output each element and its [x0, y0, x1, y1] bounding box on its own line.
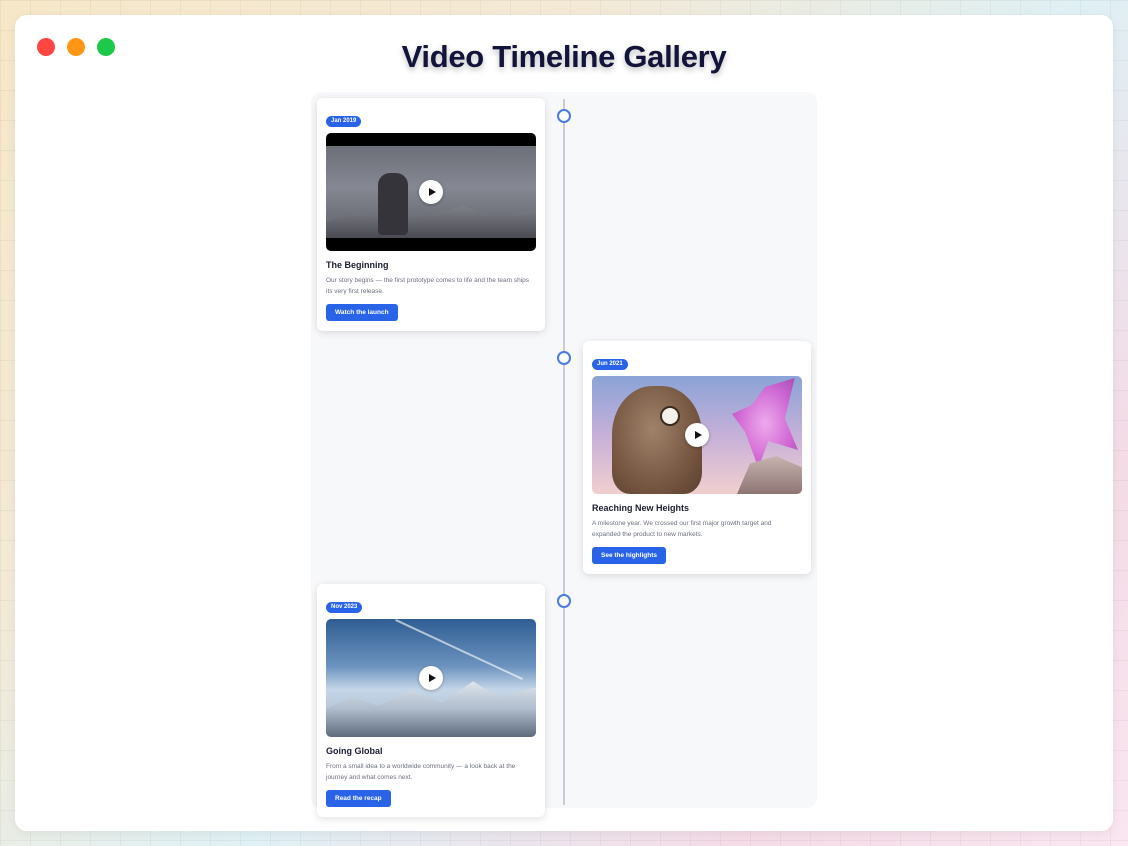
card-description: From a small idea to a worldwide communi…	[326, 763, 516, 781]
timeline-card: Jan 2019 The Beginning Our story begins …	[317, 98, 545, 331]
video-thumbnail[interactable]	[326, 619, 536, 737]
date-badge: Nov 2023	[326, 602, 363, 613]
see-highlights-button[interactable]: See the highlights	[592, 547, 666, 564]
thumbnail-contrail	[395, 619, 523, 680]
play-icon[interactable]	[419, 666, 443, 690]
watch-launch-button[interactable]: Watch the launch	[326, 304, 398, 321]
app-window: Video Timeline Gallery Jan 2019 The Begi…	[15, 15, 1113, 831]
date-badge: Jan 2019	[326, 116, 362, 127]
thumbnail-butterfly	[732, 378, 798, 468]
page-title: Video Timeline Gallery	[401, 39, 727, 74]
read-recap-button[interactable]: Read the recap	[326, 790, 391, 807]
timeline-marker	[557, 109, 571, 123]
thumbnail-figure	[378, 173, 408, 235]
timeline-card: Nov 2023 Going Global From a small idea …	[317, 584, 545, 817]
card-title: The Beginning	[326, 260, 389, 270]
video-thumbnail[interactable]	[592, 376, 802, 494]
play-icon[interactable]	[419, 180, 443, 204]
thumbnail-rock	[737, 456, 802, 494]
timeline-marker	[557, 351, 571, 365]
date-badge: Jun 2021	[592, 359, 628, 370]
play-icon[interactable]	[685, 423, 709, 447]
thumbnail-character-eye	[660, 406, 680, 426]
timeline-marker	[557, 594, 571, 608]
card-description: A milestone year. We crossed our first m…	[592, 520, 772, 538]
timeline-card: Jun 2021 Reaching New Heights A mileston…	[583, 341, 811, 574]
video-thumbnail[interactable]	[326, 133, 536, 251]
card-description: Our story begins — the first prototype c…	[326, 277, 530, 295]
card-title: Going Global	[326, 746, 383, 756]
card-title: Reaching New Heights	[592, 503, 690, 513]
timeline-axis	[563, 99, 565, 805]
